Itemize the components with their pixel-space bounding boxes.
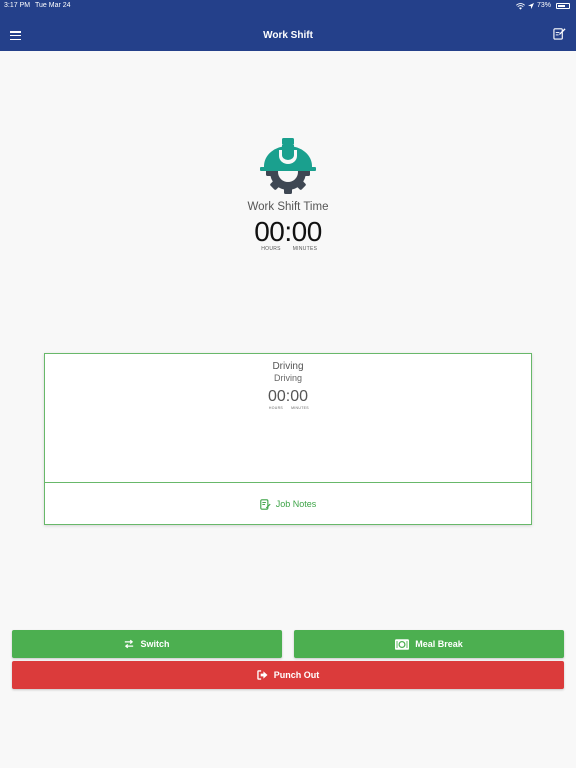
job-notes-label: Job Notes	[275, 499, 317, 509]
job-time-value: 00:00	[267, 388, 309, 405]
meal-break-label: Meal Break	[415, 639, 463, 649]
plate-cutlery-icon	[395, 638, 410, 650]
sign-out-icon	[257, 670, 268, 680]
job-hours-label: HOURS	[268, 406, 284, 410]
location-arrow-icon	[527, 3, 534, 9]
status-bar: 3:17 PM Tue Mar 24 73%	[0, 0, 576, 12]
shift-time-units: HOURS MINUTES	[0, 246, 576, 252]
job-subtitle: Driving	[273, 373, 302, 383]
page-title: Work Shift	[263, 30, 313, 41]
job-title: Driving	[272, 361, 304, 372]
job-time-units: HOURS MINUTES	[45, 406, 531, 410]
switch-label: Switch	[140, 639, 170, 649]
job-notes-button[interactable]: Job Notes	[45, 483, 531, 525]
job-minutes-label: MINUTES	[291, 406, 309, 410]
battery-fill	[558, 5, 565, 7]
wifi-icon	[516, 2, 525, 10]
minutes-label: MINUTES	[292, 246, 318, 252]
status-time: 3:17 PM	[4, 2, 31, 9]
punch-out-button[interactable]: Punch Out	[12, 661, 564, 689]
nav-bar: Work Shift	[0, 12, 576, 51]
job-card[interactable]: Driving Driving 00:00 HOURS MINUTES Job N…	[44, 353, 532, 525]
hours-label: HOURS	[261, 246, 281, 252]
battery-icon	[556, 3, 570, 9]
switch-button[interactable]: Switch	[12, 630, 282, 658]
meal-break-button[interactable]: Meal Break	[294, 630, 564, 658]
notes-edit-icon[interactable]	[553, 27, 566, 40]
punch-out-label: Punch Out	[273, 670, 320, 680]
note-edit-icon	[259, 498, 271, 510]
hard-hat-gear-icon	[258, 138, 318, 194]
status-right: 73%	[516, 0, 570, 12]
status-date: Tue Mar 24	[35, 2, 71, 9]
battery-percent: 73%	[536, 2, 551, 9]
shift-time-label: Work Shift Time	[247, 201, 329, 213]
shift-time-value: 00:00	[254, 216, 322, 247]
swap-arrows-icon	[125, 639, 134, 649]
